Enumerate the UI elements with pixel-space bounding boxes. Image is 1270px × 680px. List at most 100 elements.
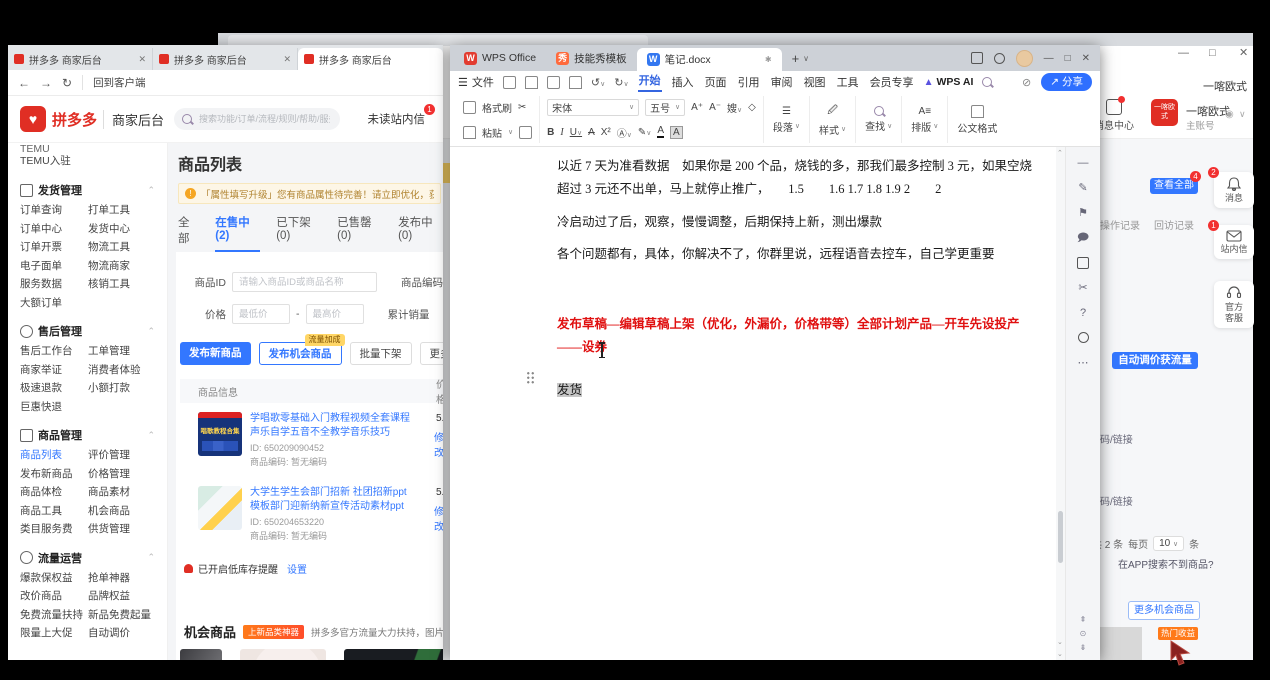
sidebar-item[interactable]: 商家举证 bbox=[20, 361, 88, 380]
back-icon[interactable]: ← bbox=[18, 76, 30, 90]
widget-icon[interactable] bbox=[1078, 332, 1089, 345]
tab-soldout[interactable]: 已售罄(0) bbox=[337, 214, 382, 252]
workspace-icon[interactable] bbox=[971, 52, 983, 64]
sidebar-item[interactable]: 类目服务费 bbox=[20, 520, 88, 539]
menu-home[interactable]: 开始 bbox=[638, 72, 662, 92]
maximize-icon[interactable]: □ bbox=[1209, 48, 1216, 59]
opportunity-thumbnail[interactable] bbox=[240, 649, 326, 660]
close-icon[interactable]: ✕ bbox=[1239, 48, 1248, 59]
char-shading-icon[interactable]: A bbox=[670, 126, 683, 139]
sidebar-item[interactable]: 商品工具 bbox=[20, 502, 88, 521]
superscript-icon[interactable]: X² bbox=[601, 127, 611, 138]
redo-icon[interactable]: ↻∨ bbox=[614, 76, 628, 89]
phonetic-icon[interactable]: 嫂∨ bbox=[727, 100, 742, 115]
sidebar-item-temu-cut[interactable]: TEMU bbox=[20, 143, 167, 152]
menu-view[interactable]: 视图 bbox=[803, 74, 827, 90]
font-name-select[interactable]: 宋体∨ bbox=[547, 99, 639, 116]
product-title-link[interactable]: 学唱歌零基础入门教程视频全套课程声乐自学五音不全教学音乐技巧 bbox=[250, 412, 410, 440]
strikethrough-icon[interactable]: A bbox=[588, 127, 595, 138]
more-tools-icon[interactable]: ⋯ bbox=[1078, 357, 1089, 370]
format-painter-icon[interactable] bbox=[463, 101, 476, 114]
sidebar-item[interactable]: 品牌权益 bbox=[88, 587, 167, 606]
paragraph-drag-handle[interactable] bbox=[526, 371, 535, 384]
tab-close-icon[interactable]: ✕ bbox=[138, 54, 146, 65]
sidebar-section-products[interactable]: 商品管理 ⌃ bbox=[20, 427, 167, 443]
scissors-icon[interactable]: ✂ bbox=[1078, 282, 1087, 295]
undo-icon[interactable]: ↺∨ bbox=[591, 76, 605, 89]
gov-format-group[interactable]: 公文格式 bbox=[948, 96, 1006, 143]
preview-icon[interactable] bbox=[569, 76, 582, 89]
text-effect-icon[interactable]: Ⓐ∨ bbox=[617, 125, 632, 140]
sidebar-item[interactable]: 巨惠快退 bbox=[20, 398, 88, 417]
browser-tab-1[interactable]: 拼多多 商家后台 ✕ bbox=[8, 48, 153, 70]
flag-icon[interactable]: ⚑ bbox=[1078, 207, 1088, 220]
edit-pen-icon[interactable]: ✎ bbox=[1078, 182, 1087, 195]
layout-group[interactable]: A≡ 排版∨ bbox=[902, 96, 948, 143]
export-icon[interactable] bbox=[547, 76, 560, 89]
mail-widget[interactable]: 站内信 bbox=[1214, 225, 1254, 259]
sidebar-item[interactable]: 售后工作台 bbox=[20, 342, 88, 361]
reload-icon[interactable]: ↻ bbox=[62, 76, 72, 90]
sidebar-item[interactable]: 免费流量扶持 bbox=[20, 606, 88, 625]
sidebar-item[interactable]: 价格管理 bbox=[88, 465, 167, 484]
menu-member[interactable]: 会员专享 bbox=[869, 74, 915, 90]
search-input[interactable] bbox=[197, 113, 332, 125]
italic-icon[interactable]: I bbox=[560, 127, 563, 138]
sidebar-item[interactable]: 商品素材 bbox=[88, 483, 167, 502]
sidebar-section-aftersale[interactable]: 售后管理 ⌃ bbox=[20, 323, 167, 339]
underline-icon[interactable]: U∨ bbox=[570, 127, 582, 138]
unread-mail[interactable]: 未读站内信 1 bbox=[368, 111, 432, 127]
page-size-select[interactable]: 10 ∨ bbox=[1153, 536, 1184, 551]
sidebar-item[interactable]: 订单中心 bbox=[20, 220, 88, 239]
font-color-icon[interactable]: A bbox=[657, 126, 664, 138]
menu-reference[interactable]: 引用 bbox=[737, 74, 761, 90]
browser-tab-2[interactable]: 拼多多 商家后台 ✕ bbox=[153, 48, 298, 70]
bold-icon[interactable]: B bbox=[547, 127, 554, 138]
menu-tools[interactable]: 工具 bbox=[836, 74, 860, 90]
sidebar-item[interactable]: 小额打款 bbox=[88, 379, 167, 398]
sidebar-item[interactable]: 服务数据 bbox=[20, 275, 88, 294]
paste-label[interactable]: 粘贴 bbox=[482, 125, 502, 140]
page-down-icon[interactable]: ⇟ bbox=[1080, 643, 1087, 652]
edit-price-link[interactable]: 修改 bbox=[434, 503, 443, 533]
cut-icon[interactable]: ✂ bbox=[518, 102, 526, 113]
app-search-tip-link[interactable]: 在APP搜索不到商品? bbox=[1118, 556, 1214, 571]
sidebar-item[interactable]: 新品免费起量 bbox=[88, 606, 167, 625]
sidebar-item[interactable]: 供货管理 bbox=[88, 520, 167, 539]
opportunity-thumbnail[interactable] bbox=[344, 649, 443, 660]
tab-offshelf[interactable]: 已下架(0) bbox=[276, 214, 321, 252]
minimize-icon[interactable]: — bbox=[1178, 48, 1189, 59]
browser-tab-3-active[interactable]: 拼多多 商家后台 bbox=[298, 48, 443, 70]
eye-protect-icon[interactable]: ⊘ bbox=[1022, 76, 1031, 89]
message-widget[interactable]: 消息 bbox=[1214, 172, 1254, 208]
zoom-icon[interactable]: ⊙ bbox=[1080, 629, 1087, 638]
shrink-font-icon[interactable]: A⁻ bbox=[709, 102, 721, 113]
auto-reprice-button[interactable]: 自动调价获流量 bbox=[1112, 352, 1198, 369]
price-max-input[interactable] bbox=[306, 304, 364, 324]
image-tool-icon[interactable] bbox=[1077, 257, 1089, 270]
document-edit-area[interactable]: 以近 7 天为准看数据 如果你是 200 个品，烧钱的多，那我们最多控制 3 元… bbox=[450, 147, 1056, 660]
service-widget[interactable]: 官方客服 bbox=[1214, 281, 1254, 328]
sidebar-item[interactable]: 发布新商品 bbox=[20, 465, 88, 484]
clear-format-icon[interactable]: ◇ bbox=[748, 102, 756, 113]
sidebar-item[interactable]: 消费者体验 bbox=[88, 361, 167, 380]
product-title-link[interactable]: 大学生学生会部门招新 社团招新ppt模板部门迎新纳新宣传活动素材ppt bbox=[250, 486, 410, 514]
tab-all[interactable]: 全部 bbox=[178, 214, 199, 252]
globe-icon[interactable] bbox=[994, 53, 1005, 64]
batch-offshelf-button[interactable]: 批量下架 bbox=[350, 342, 412, 365]
collapse-icon[interactable]: — bbox=[1078, 157, 1089, 170]
publish-product-button[interactable]: 发布新商品 bbox=[180, 342, 251, 365]
scrollbar-thumb[interactable] bbox=[1058, 511, 1063, 563]
new-tab-icon[interactable]: + bbox=[792, 51, 800, 66]
sidebar-item[interactable]: 极速退款 bbox=[20, 379, 88, 398]
stock-settings-link[interactable]: 设置 bbox=[287, 561, 307, 576]
sidebar-item[interactable]: 物流商家 bbox=[88, 257, 167, 276]
sidebar-item-temu[interactable]: TEMU入驻 bbox=[20, 152, 167, 171]
opportunity-thumbnail[interactable] bbox=[180, 649, 222, 660]
sidebar-item[interactable]: 物流工具 bbox=[88, 238, 167, 257]
minimize-icon[interactable]: — bbox=[1044, 53, 1054, 64]
menu-page[interactable]: 页面 bbox=[704, 74, 728, 90]
sidebar-item[interactable]: 大额订单 bbox=[20, 294, 88, 313]
product-id-input[interactable] bbox=[232, 272, 377, 292]
sidebar-item[interactable]: 商品体检 bbox=[20, 483, 88, 502]
